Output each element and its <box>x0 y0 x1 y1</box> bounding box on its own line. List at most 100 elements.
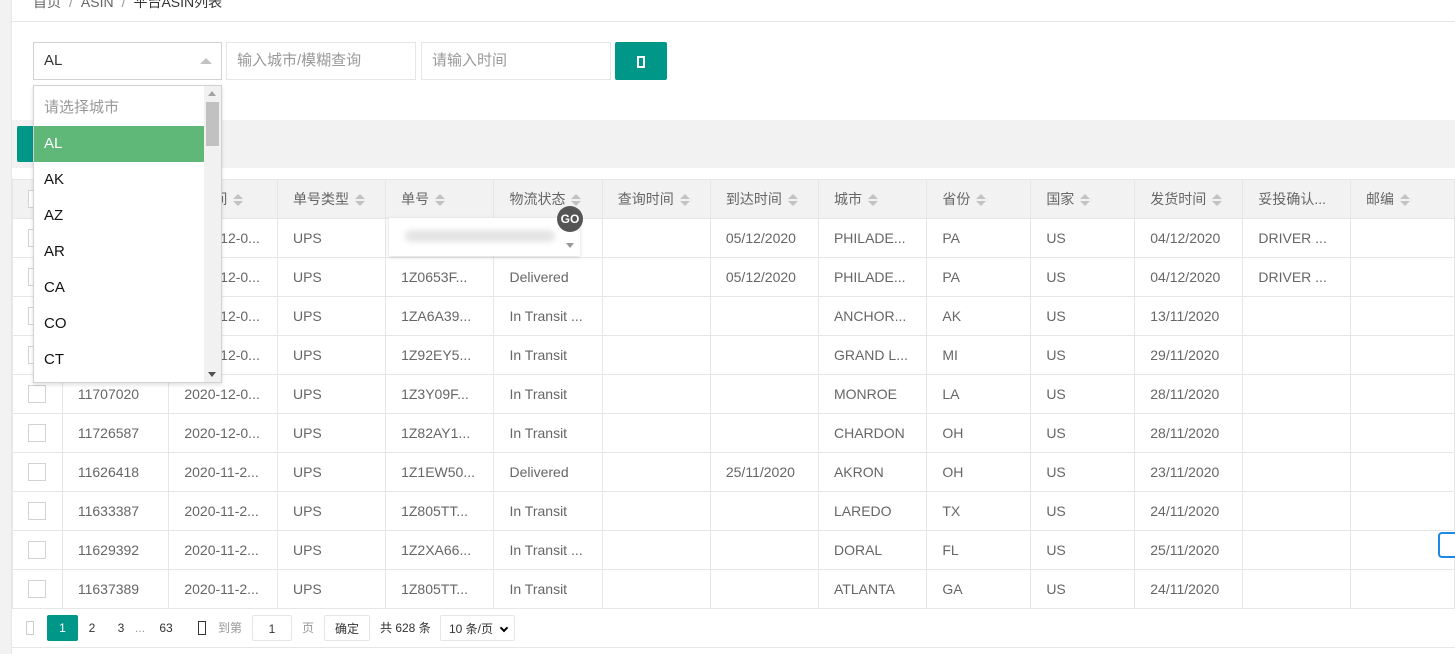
column-header[interactable]: 查询时间 <box>601 179 711 219</box>
table-cell: 1Z82AY1... <box>385 413 495 453</box>
left-sidebar-edge <box>0 0 12 654</box>
checkbox[interactable] <box>28 385 46 404</box>
checkbox[interactable] <box>28 424 46 443</box>
checkbox[interactable] <box>28 463 46 482</box>
column-header[interactable]: 邮编 <box>1349 179 1455 219</box>
table-cell: UPS <box>276 218 387 258</box>
checkbox[interactable] <box>28 580 46 599</box>
dropdown-option[interactable]: AR <box>34 234 205 270</box>
sort-icon[interactable] <box>976 194 987 207</box>
sort-icon[interactable] <box>679 194 690 207</box>
column-header-label: 国家 <box>1046 191 1075 207</box>
page-2[interactable]: 2 <box>82 615 102 641</box>
sort-icon[interactable] <box>867 194 878 207</box>
dropdown-placeholder[interactable]: 请选择城市 <box>34 90 205 126</box>
keyword-input[interactable]: 输入城市/模糊查询 <box>226 42 416 80</box>
column-header[interactable]: 国家 <box>1030 179 1136 219</box>
dropdown-scrollbar[interactable] <box>204 86 221 382</box>
table-cell: 23/11/2020 <box>1134 452 1244 492</box>
page-last[interactable]: 63 <box>156 615 176 641</box>
city-dropdown: 请选择城市 AL AK AZ AR CA CO CT <box>33 85 222 383</box>
row-select[interactable] <box>12 413 63 453</box>
column-header[interactable]: 单号 <box>385 179 495 219</box>
sort-icon[interactable] <box>787 194 798 207</box>
scroll-down-icon[interactable] <box>208 372 216 377</box>
table-cell: 11629392 <box>61 530 170 570</box>
column-header[interactable]: 物流状态 <box>493 179 603 219</box>
table-cell: US <box>1030 413 1136 453</box>
city-select[interactable]: AL <box>33 42 222 80</box>
sort-icon[interactable] <box>435 194 446 207</box>
table-cell: US <box>1030 335 1136 375</box>
table-cell <box>601 218 711 258</box>
table-cell: 05/12/2020 <box>709 218 819 258</box>
column-header[interactable]: 单号类型 <box>276 179 387 219</box>
city-select-value: AL <box>44 52 63 69</box>
table-cell: OH <box>926 413 1032 453</box>
tracking-number-popup <box>389 218 580 256</box>
table-cell: 1Z92EY5... <box>385 335 495 375</box>
table-cell: In Transit <box>493 335 603 375</box>
sort-icon[interactable] <box>233 194 244 207</box>
page-current[interactable]: 1 <box>47 615 78 641</box>
page-size-select[interactable]: 10 条/页 <box>440 615 515 641</box>
time-input[interactable]: 请输入时间 <box>421 42 611 80</box>
breadcrumb-asin[interactable]: ASIN <box>81 0 114 10</box>
table-cell: PHILADE... <box>817 257 928 297</box>
dropdown-option[interactable]: AL <box>34 126 205 162</box>
data-table: 时间单号类型单号物流状态查询时间到达时间城市省份国家发货时间妥投确认...邮编 … <box>12 179 1455 609</box>
table-cell: 2020-11-2... <box>168 452 278 492</box>
scroll-up-icon[interactable] <box>208 91 216 96</box>
table-cell: In Transit ... <box>493 296 603 336</box>
confirm-button[interactable]: 确定 <box>324 615 370 641</box>
link-icon[interactable]: GO <box>557 206 583 232</box>
dropdown-option[interactable]: CT <box>34 342 205 378</box>
column-header[interactable]: 妥投确认... <box>1242 179 1351 219</box>
keyword-placeholder: 输入城市/模糊查询 <box>237 52 362 69</box>
table-cell: 25/11/2020 <box>709 452 819 492</box>
page-3[interactable]: 3 <box>111 615 131 641</box>
next-page-icon[interactable] <box>198 621 206 635</box>
table-cell: UPS <box>276 491 387 531</box>
table-cell: In Transit <box>493 413 603 453</box>
floating-widget-icon[interactable] <box>1438 532 1455 558</box>
sort-icon[interactable] <box>354 194 365 207</box>
breadcrumb-home[interactable]: 首页 <box>33 0 61 10</box>
table-cell: PHILADE... <box>817 218 928 258</box>
sort-icon[interactable] <box>571 194 582 207</box>
table-cell <box>709 530 819 570</box>
table-cell: 25/11/2020 <box>1134 530 1244 570</box>
column-header[interactable]: 省份 <box>926 179 1032 219</box>
column-header[interactable]: 城市 <box>817 179 928 219</box>
checkbox[interactable] <box>28 502 46 521</box>
sort-icon[interactable] <box>1212 194 1223 207</box>
dropdown-option[interactable]: AK <box>34 162 205 198</box>
table-cell <box>1349 218 1455 258</box>
table-cell: PA <box>926 257 1032 297</box>
scroll-thumb[interactable] <box>206 102 219 146</box>
dropdown-option[interactable]: CO <box>34 306 205 342</box>
table-cell: ATLANTA <box>817 569 928 609</box>
column-header[interactable]: 到达时间 <box>709 179 819 219</box>
row-select[interactable] <box>12 491 63 531</box>
table-cell <box>1242 335 1351 375</box>
column-header[interactable]: 发货时间 <box>1134 179 1244 219</box>
table-cell <box>1349 257 1455 297</box>
checkbox[interactable] <box>28 541 46 560</box>
sort-icon[interactable] <box>1399 194 1410 207</box>
dropdown-option[interactable]: CA <box>34 270 205 306</box>
table-cell <box>1242 452 1351 492</box>
prev-page-icon[interactable] <box>26 621 34 635</box>
search-button[interactable] <box>615 42 667 80</box>
row-select[interactable] <box>12 569 63 609</box>
column-header-label: 单号 <box>401 191 430 207</box>
goto-page-input[interactable]: 1 <box>252 615 292 641</box>
table-cell: UPS <box>276 296 387 336</box>
row-select[interactable] <box>12 452 63 492</box>
sort-icon[interactable] <box>1080 194 1091 207</box>
table-cell: OH <box>926 452 1032 492</box>
pagination: 1 2 3 ... 63 到第 1 页 确定 共 628 条 10 条/页 <box>12 608 1455 648</box>
row-select[interactable] <box>12 530 63 570</box>
dropdown-option[interactable]: AZ <box>34 198 205 234</box>
table-cell <box>601 335 711 375</box>
